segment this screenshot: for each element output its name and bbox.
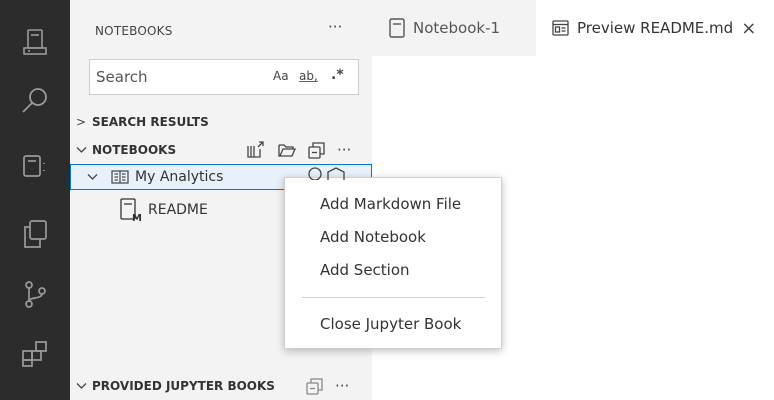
more-actions-icon[interactable]: ··· [328, 18, 342, 36]
notebook-icon[interactable] [0, 14, 70, 70]
search-input[interactable] [96, 60, 266, 94]
editor-tab-bar: Notebook-1 Preview README.md × [372, 0, 774, 56]
search-icon[interactable] [0, 72, 70, 128]
whole-word-toggle[interactable]: ab, [299, 69, 318, 83]
chevron-right-icon: > [76, 115, 87, 129]
section-label: PROVIDED JUPYTER BOOKS [92, 379, 275, 393]
close-icon[interactable]: × [741, 18, 756, 39]
menu-item-add-notebook[interactable]: Add Notebook [320, 228, 426, 246]
search-box: Aa ab, .* [89, 59, 359, 95]
open-notebook-icon[interactable] [246, 141, 266, 159]
more-actions-icon[interactable]: ··· [335, 377, 349, 395]
source-control-icon[interactable] [0, 266, 70, 322]
book-icon [111, 170, 129, 184]
tab-notebook-1[interactable]: Notebook-1 [372, 0, 536, 56]
svg-text:M: M [132, 213, 142, 222]
collapse-all-icon[interactable] [306, 377, 323, 395]
row-action-icons [308, 166, 352, 180]
search-results-header[interactable]: > SEARCH RESULTS [70, 110, 372, 134]
chevron-down-icon [76, 382, 88, 390]
collapse-all-icon[interactable] [308, 141, 325, 159]
preview-icon [552, 20, 569, 36]
activity-bar [0, 0, 70, 400]
chevron-down-icon [76, 146, 88, 154]
tab-label: Notebook-1 [413, 19, 501, 37]
tab-preview-readme[interactable]: Preview README.md × [536, 0, 774, 56]
menu-item-add-markdown-file[interactable]: Add Markdown File [320, 195, 461, 213]
extensions-icon[interactable] [0, 326, 70, 382]
sidebar-title: NOTEBOOKS [95, 24, 173, 38]
notebooks-view-icon[interactable] [0, 138, 70, 194]
provided-section-actions: ··· [306, 377, 349, 395]
notebooks-section-actions: ··· [246, 141, 351, 159]
open-folder-icon[interactable] [278, 142, 296, 158]
menu-item-add-section[interactable]: Add Section [320, 261, 410, 279]
tree-item-label: My Analytics [135, 169, 224, 185]
match-case-toggle[interactable]: Aa [273, 69, 289, 83]
chevron-down-icon [87, 173, 101, 181]
menu-separator [302, 297, 485, 298]
more-actions-icon[interactable]: ··· [337, 141, 351, 159]
whole-word-label: ab [299, 69, 314, 83]
notebook-tab-icon [389, 18, 405, 38]
section-label: SEARCH RESULTS [92, 115, 209, 129]
section-label: NOTEBOOKS [92, 143, 177, 157]
context-menu: Add Markdown File Add Notebook Add Secti… [284, 177, 502, 349]
tab-label: Preview README.md [577, 19, 734, 37]
regex-toggle[interactable]: .* [331, 67, 344, 83]
markdown-file-icon: M [120, 198, 142, 222]
explorer-icon[interactable] [0, 206, 70, 262]
tree-item-label: README [148, 202, 208, 218]
menu-item-close-jupyter-book[interactable]: Close Jupyter Book [320, 315, 461, 333]
